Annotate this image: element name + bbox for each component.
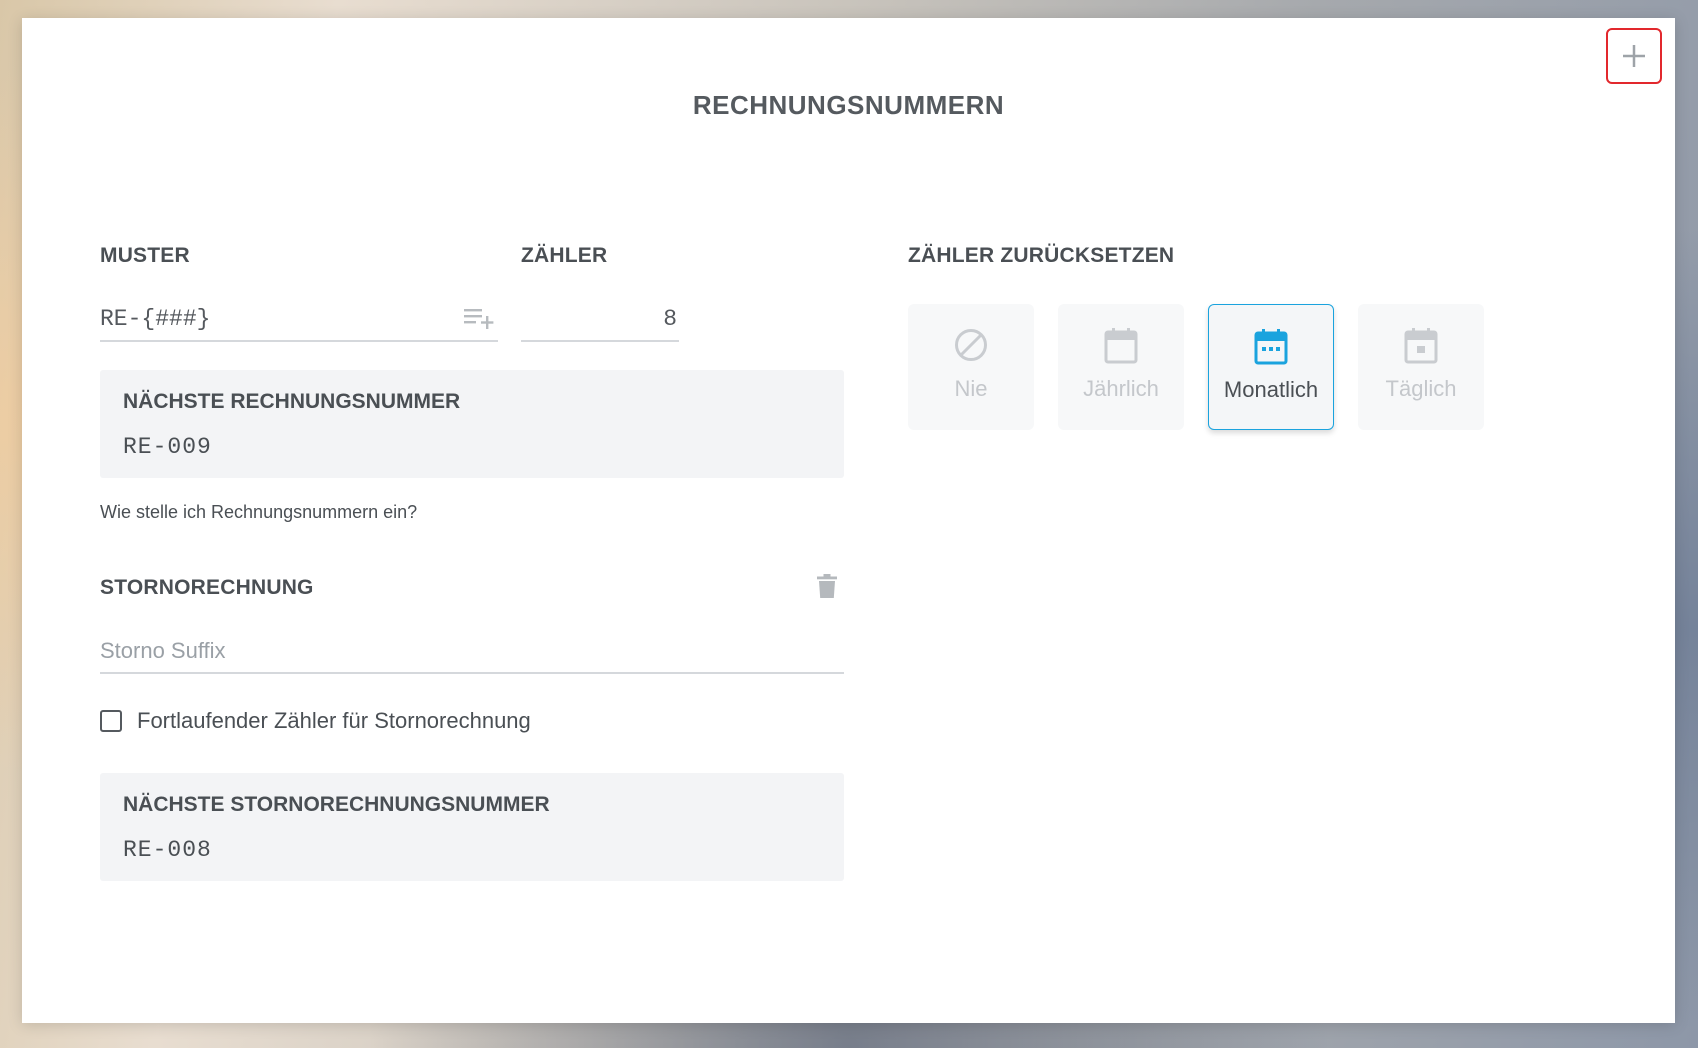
next-invoice-label: NÄCHSTE RECHNUNGSNUMMER (123, 390, 461, 413)
help-link[interactable]: Wie stelle ich Rechnungsnummern ein? (100, 502, 417, 523)
reset-option-label: Täglich (1385, 376, 1457, 401)
storno-counter-checkbox-row[interactable]: Fortlaufender Zähler für Stornorechnung (100, 708, 531, 734)
muster-field[interactable]: RE-{###} (100, 296, 498, 342)
trash-icon[interactable] (817, 574, 837, 598)
next-storno-box: NÄCHSTE STORNORECHNUNGSNUMMER RE-008 (100, 773, 844, 881)
next-storno-label: NÄCHSTE STORNORECHNUNGSNUMMER (123, 793, 550, 816)
storno-counter-checkbox-label[interactable]: Fortlaufender Zähler für Stornorechnung (137, 708, 531, 734)
calendar-month-icon (1254, 329, 1288, 365)
add-button[interactable] (1606, 28, 1662, 84)
reset-label: ZÄHLER ZURÜCKSETZEN (908, 244, 1175, 267)
zaehler-input-value[interactable]: 8 (663, 306, 677, 332)
reset-option-monatlich[interactable]: Monatlich (1208, 304, 1334, 430)
storno-label: STORNORECHNUNG (100, 576, 314, 599)
zaehler-field[interactable]: 8 (521, 296, 679, 342)
muster-input-value[interactable]: RE-{###} (100, 306, 210, 332)
reset-option-taeglich[interactable]: Täglich (1358, 304, 1484, 430)
storno-counter-checkbox[interactable] (100, 710, 122, 732)
invoice-number-settings-panel: RECHNUNGSNUMMERN MUSTER RE-{###} ZÄHLER … (22, 18, 1675, 1023)
plus-icon (1623, 45, 1645, 67)
reset-option-jaehrlich[interactable]: Jährlich (1058, 304, 1184, 430)
storno-suffix-field[interactable]: Storno Suffix (100, 628, 844, 674)
reset-option-label: Nie (954, 376, 988, 401)
storno-suffix-placeholder[interactable]: Storno Suffix (100, 638, 226, 664)
calendar-blank-icon (1104, 328, 1138, 364)
playlist-add-icon[interactable] (462, 305, 496, 331)
reset-option-nie[interactable]: Nie (908, 304, 1034, 430)
reset-option-label: Jährlich (1083, 376, 1159, 401)
next-invoice-box: NÄCHSTE RECHNUNGSNUMMER RE-009 (100, 370, 844, 478)
zaehler-label: ZÄHLER (521, 244, 608, 267)
block-icon (955, 329, 987, 361)
next-invoice-value: RE-009 (123, 434, 212, 460)
reset-option-label: Monatlich (1223, 377, 1319, 402)
page-title: RECHNUNGSNUMMERN (692, 90, 1005, 120)
calendar-day-icon (1404, 328, 1438, 364)
next-storno-value: RE-008 (123, 837, 212, 863)
muster-label: MUSTER (100, 244, 190, 267)
